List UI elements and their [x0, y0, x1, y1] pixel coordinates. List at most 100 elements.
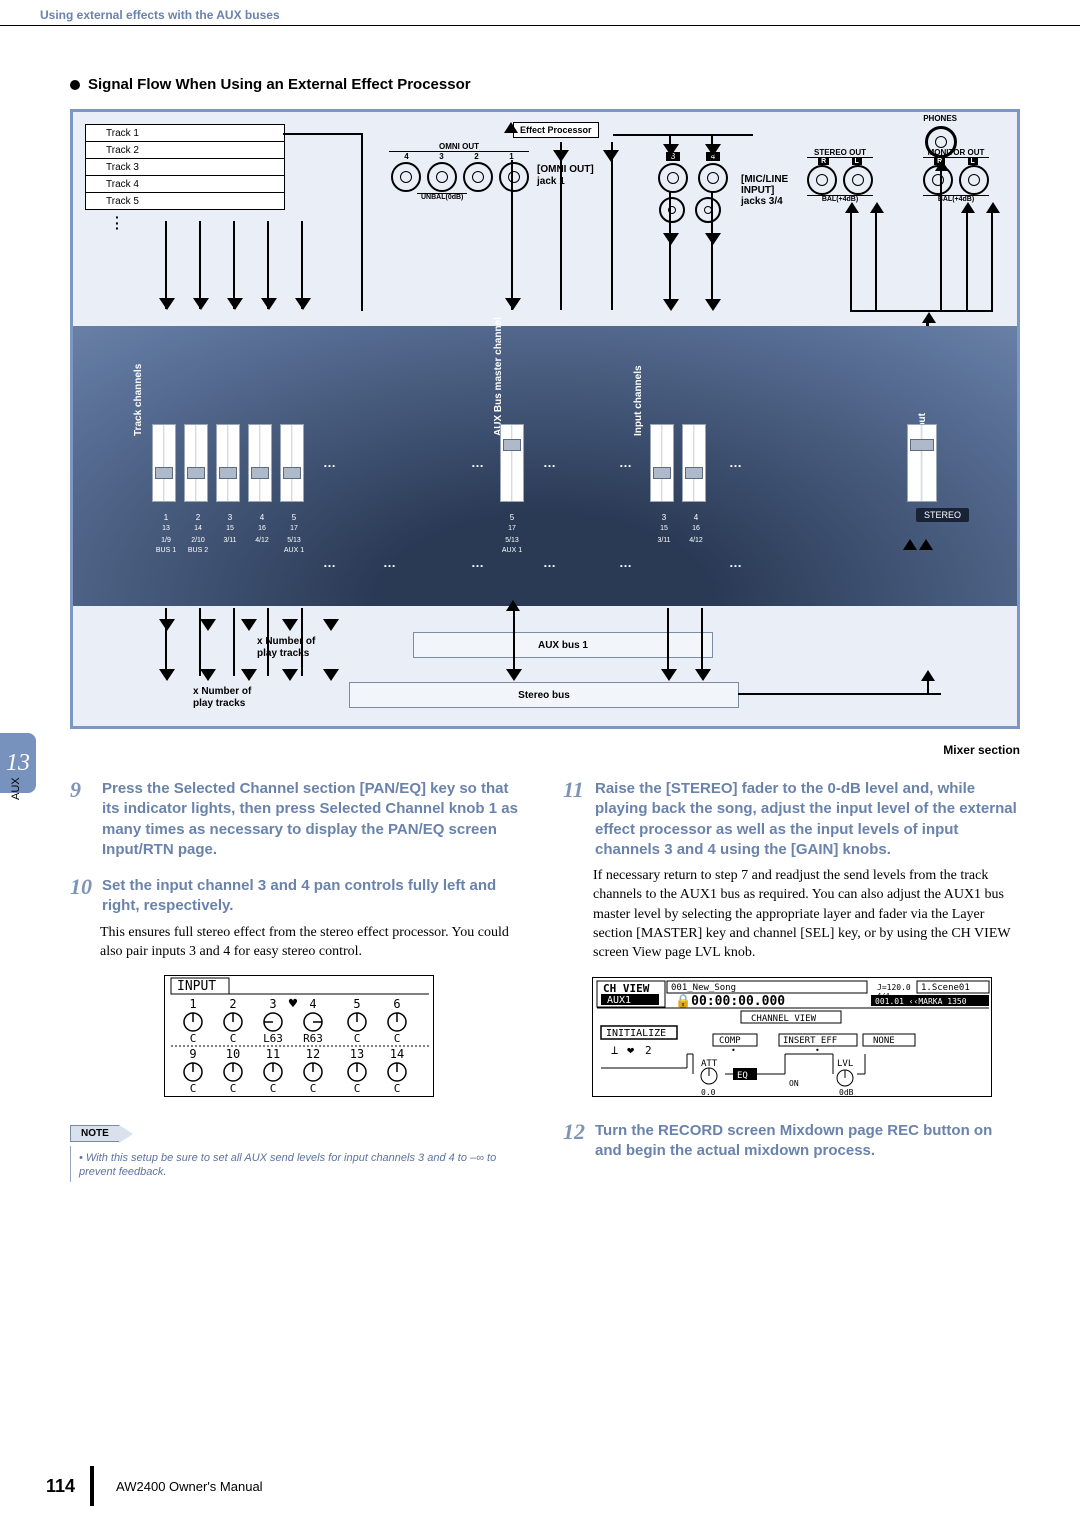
jack-icon [807, 165, 837, 195]
svg-text:C: C [353, 1032, 360, 1045]
svg-text:C: C [393, 1082, 400, 1095]
svg-text:2: 2 [645, 1044, 652, 1057]
right-column: 11 Raise the [STEREO] fader to the 0-dB … [563, 779, 1020, 1182]
step-10-heading: 10 Set the input channel 3 and 4 pan con… [70, 876, 527, 917]
svg-text:INITIALIZE: INITIALIZE [606, 1028, 666, 1039]
svg-text:1.Scene01: 1.Scene01 [921, 983, 970, 993]
svg-text:9: 9 [189, 1047, 196, 1061]
arrow-up-icon [935, 160, 949, 171]
arrow-down-icon [261, 298, 277, 310]
play-tracks-label-2: x Number ofplay tracks [193, 686, 251, 710]
svg-text:ATT: ATT [701, 1059, 718, 1069]
svg-text:C: C [229, 1082, 236, 1095]
diagram-heading: Signal Flow When Using an External Effec… [70, 76, 1020, 93]
step-10-body: This ensures full stereo effect from the… [100, 923, 527, 962]
chapter-tab-label: AUX [10, 777, 22, 800]
arrow-down-icon [705, 233, 721, 245]
omni-jacks [391, 162, 529, 192]
effect-processor-box: Effect Processor [513, 122, 599, 136]
arrow-up-icon [870, 202, 884, 213]
svg-text:•: • [731, 1046, 736, 1055]
svg-text:AUX1: AUX1 [607, 995, 631, 1006]
page-footer: 114 AW2400 Owner's Manual [46, 1466, 263, 1506]
arrow-up-icon [903, 539, 917, 550]
track-row: Track 5 [85, 192, 285, 210]
svg-text:♥: ♥ [288, 996, 297, 1012]
arrow-down-icon [661, 669, 677, 681]
arrow-up-icon [961, 202, 975, 213]
svg-text:L63: L63 [263, 1032, 283, 1045]
arrow-down-icon [663, 233, 679, 245]
ellipsis-icon: … [323, 455, 336, 470]
jack-icon [499, 162, 529, 192]
aux-master-label: AUX Bus master channel [493, 317, 504, 436]
jack-icon [427, 162, 457, 192]
input-channels-label: Input channels [633, 365, 644, 436]
arrow-down-icon [663, 144, 679, 156]
arrow-down-icon [695, 669, 711, 681]
arrow-up-icon [922, 312, 936, 323]
svg-text:4: 4 [309, 997, 316, 1011]
bullet-icon [70, 80, 80, 90]
input-fader-group [649, 424, 707, 502]
arrow-down-icon [295, 298, 311, 310]
track-row: Track 4 [85, 175, 285, 193]
svg-text:C: C [393, 1032, 400, 1045]
step-12-heading: 12 Turn the RECORD screen Mixdown page R… [563, 1121, 1020, 1162]
stereo-bus-box: Stereo bus [349, 682, 739, 708]
unbal-label: UNBAL(0dB) [417, 193, 467, 201]
svg-text:J=120.0: J=120.0 [877, 983, 911, 992]
arrow-down-icon [663, 299, 679, 311]
stereo-cap-label: STEREO [916, 508, 969, 522]
svg-text:14: 14 [389, 1047, 403, 1061]
step-9-heading: 9 Press the Selected Channel section [PA… [70, 779, 527, 860]
track-row: Track 1 [85, 124, 285, 142]
page-number: 114 [46, 1476, 75, 1497]
stereo-fader [905, 424, 939, 502]
line [611, 142, 613, 310]
arrow-down-icon [705, 144, 721, 156]
micline-jacks: 3 4 [658, 152, 728, 193]
svg-text:3: 3 [269, 997, 276, 1011]
svg-text:ON: ON [789, 1079, 799, 1088]
section-title: Using external effects with the AUX buse… [40, 8, 280, 22]
jack-icon [959, 165, 989, 195]
aux-master-fader [499, 424, 525, 502]
jack-icon [698, 163, 728, 193]
arrow-down-icon [705, 299, 721, 311]
micline-label: [MIC/LINEINPUT]jacks 3/4 [741, 174, 788, 207]
track-fader-group [151, 424, 305, 502]
signal-flow-diagram: Track 1 Track 2 Track 3 Track 4 Track 5 … [70, 109, 1020, 729]
note-tab: NOTE [70, 1125, 120, 1142]
svg-text:12: 12 [305, 1047, 319, 1061]
step-11-body: If necessary return to step 7 and readju… [593, 866, 1020, 963]
svg-text:10: 10 [225, 1047, 239, 1061]
arrow-down-icon [505, 298, 521, 310]
arrow-up-icon [986, 202, 1000, 213]
svg-text:5: 5 [353, 997, 360, 1011]
track-channels-label: Track channels [133, 364, 144, 436]
svg-text:C: C [229, 1032, 236, 1045]
svg-text:CH VIEW: CH VIEW [603, 982, 650, 995]
svg-text:C: C [353, 1082, 360, 1095]
svg-text:EQ: EQ [737, 1071, 748, 1081]
svg-text:R63: R63 [303, 1032, 323, 1045]
arrow-down-icon [193, 298, 209, 310]
track-list: Track 1 Track 2 Track 3 Track 4 Track 5 … [85, 124, 285, 232]
note-body: • With this setup be sure to set all AUX… [70, 1146, 527, 1182]
track-row: Track 2 [85, 141, 285, 159]
omni-out-group: OMNI OUT 4321 [389, 142, 529, 161]
arrow-down-icon [227, 298, 243, 310]
svg-text:C: C [269, 1082, 276, 1095]
svg-text:1: 1 [189, 997, 196, 1011]
svg-text:C: C [189, 1082, 196, 1095]
svg-text:NONE: NONE [873, 1036, 895, 1046]
svg-text:C: C [189, 1032, 196, 1045]
svg-text:2: 2 [229, 997, 236, 1011]
svg-text:0dB: 0dB [839, 1088, 854, 1097]
chview-lcd-panel: CH VIEW AUX1 001_New_Song 🔒00:00:00.000 … [592, 977, 992, 1097]
svg-text:6: 6 [393, 997, 400, 1011]
svg-text:COMP: COMP [719, 1036, 741, 1046]
svg-text:dB: dB [706, 1096, 714, 1097]
left-column: 9 Press the Selected Channel section [PA… [70, 779, 527, 1182]
